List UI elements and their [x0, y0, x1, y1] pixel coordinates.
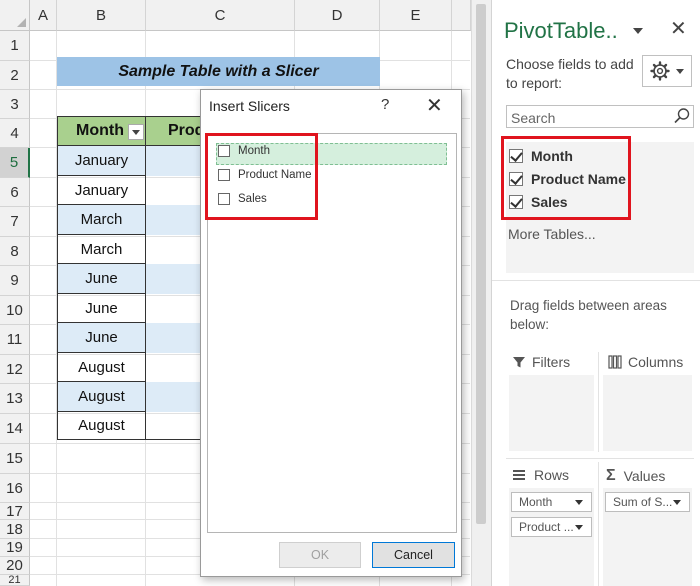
- search-icon[interactable]: [673, 107, 691, 125]
- column-header-c[interactable]: C: [146, 0, 295, 31]
- columns-label: Columns: [628, 354, 684, 370]
- pill-label: Sum of S...: [613, 495, 673, 509]
- values-field-sum-of-sales[interactable]: Sum of S...: [605, 492, 690, 512]
- row-header-17[interactable]: 17: [0, 503, 30, 520]
- filters-area-header: Filters: [512, 354, 570, 370]
- row-header-7[interactable]: 7: [0, 207, 30, 237]
- table-bottom-border: [146, 439, 202, 440]
- pill-label: Product ...: [519, 520, 574, 534]
- table-cell-month[interactable]: March: [57, 235, 146, 264]
- row-header-21[interactable]: 21: [0, 574, 30, 586]
- select-all-corner[interactable]: [0, 0, 30, 31]
- row-header-16[interactable]: 16: [0, 474, 30, 503]
- row-header-14[interactable]: 14: [0, 414, 30, 444]
- sheet-title-cell[interactable]: Sample Table with a Slicer: [57, 57, 380, 86]
- row-header-13[interactable]: 13: [0, 384, 30, 414]
- rows-field-month[interactable]: Month: [511, 492, 592, 512]
- row-header-3[interactable]: 3: [0, 90, 30, 119]
- choose-fields-text: Choose fields to add to report:: [506, 56, 634, 91]
- filters-label: Filters: [532, 354, 571, 370]
- chevron-down-icon[interactable]: [673, 500, 681, 505]
- tools-button[interactable]: [642, 55, 692, 87]
- search-input[interactable]: [507, 106, 673, 129]
- sigma-icon: Σ: [606, 467, 616, 484]
- columns-icon: [608, 355, 622, 369]
- row-header-11[interactable]: 11: [0, 325, 30, 355]
- scrollbar-thumb[interactable]: [476, 4, 486, 524]
- row-header-4[interactable]: 4: [0, 119, 30, 148]
- help-button[interactable]: ?: [381, 96, 389, 113]
- chevron-down-icon[interactable]: [575, 500, 583, 505]
- table-cell-month[interactable]: August: [57, 412, 146, 440]
- dialog-title: Insert Slicers: [209, 98, 290, 114]
- row-header-1[interactable]: 1: [0, 31, 30, 61]
- filters-drop-area[interactable]: [509, 375, 594, 451]
- column-header-f[interactable]: [452, 0, 471, 31]
- row-header-8[interactable]: 8: [0, 237, 30, 266]
- row-header-12[interactable]: 12: [0, 355, 30, 384]
- rows-area-header: Rows: [512, 467, 569, 483]
- pivottable-fields-pane: PivotTable.. ✕ Choose fields to add to r…: [491, 0, 700, 586]
- highlight-box-fields: [501, 136, 631, 220]
- cancel-button[interactable]: Cancel: [372, 542, 455, 568]
- rows-label: Rows: [534, 467, 570, 483]
- gear-icon: [650, 61, 670, 81]
- sheet-vertical-scrollbar[interactable]: [471, 0, 491, 586]
- columns-drop-area[interactable]: [603, 375, 692, 451]
- pane-title: PivotTable..: [504, 18, 618, 43]
- table-cell-month[interactable]: June: [57, 323, 146, 353]
- pane-menu-arrow-icon[interactable]: [633, 28, 643, 34]
- table-cell-product[interactable]: [146, 146, 202, 176]
- row-header-15[interactable]: 15: [0, 444, 30, 474]
- dialog-close-button[interactable]: ✕: [426, 93, 443, 118]
- column-header-e[interactable]: E: [380, 0, 452, 31]
- table-cell-month[interactable]: August: [57, 382, 146, 412]
- pane-close-button[interactable]: ✕: [670, 16, 687, 41]
- column-header-a[interactable]: A: [30, 0, 57, 31]
- row-header-10[interactable]: 10: [0, 296, 30, 325]
- highlight-box-dialog: [205, 133, 318, 220]
- filter-icon: [513, 357, 525, 368]
- values-area-header: Σ Values: [606, 467, 665, 485]
- table-cell-product[interactable]: [146, 205, 202, 235]
- table-cell-product[interactable]: [146, 382, 202, 412]
- table-cell-product[interactable]: [146, 323, 202, 353]
- filter-dropdown-icon[interactable]: [128, 124, 144, 140]
- more-tables-link[interactable]: More Tables...: [508, 226, 596, 242]
- row-header-2[interactable]: 2: [0, 61, 30, 90]
- table-cell-month[interactable]: June: [57, 264, 146, 294]
- chevron-down-icon: [676, 68, 684, 74]
- area-divider: [506, 458, 694, 459]
- table-cell-month[interactable]: August: [57, 353, 146, 382]
- rows-icon: [513, 470, 525, 480]
- table-cell-month[interactable]: March: [57, 205, 146, 235]
- search-box[interactable]: [506, 105, 694, 129]
- table-header-product[interactable]: Prod: [146, 116, 202, 146]
- chevron-down-icon[interactable]: [575, 525, 583, 530]
- row-header-18[interactable]: 18: [0, 520, 30, 539]
- table-cell-month[interactable]: January: [57, 176, 146, 205]
- pane-divider[interactable]: [492, 280, 700, 281]
- rows-field-product[interactable]: Product ...: [511, 517, 592, 537]
- columns-area-header: Columns: [608, 354, 683, 370]
- row-header-20[interactable]: 20: [0, 557, 30, 575]
- pill-label: Month: [519, 495, 553, 509]
- values-label: Values: [623, 468, 666, 484]
- row-header-6[interactable]: 6: [0, 178, 30, 207]
- area-divider: [598, 352, 599, 452]
- table-cell-product[interactable]: [146, 264, 202, 294]
- area-divider: [598, 462, 599, 586]
- table-cell-month[interactable]: January: [57, 146, 146, 176]
- drag-fields-text: Drag fields between areas below:: [510, 298, 667, 332]
- ok-button[interactable]: OK: [279, 542, 361, 568]
- row-header-19[interactable]: 19: [0, 539, 30, 557]
- row-header-5[interactable]: 5: [0, 148, 30, 178]
- column-header-b[interactable]: B: [57, 0, 146, 31]
- row-header-9[interactable]: 9: [0, 266, 30, 296]
- table-cell-month[interactable]: June: [57, 294, 146, 323]
- column-header-d[interactable]: D: [295, 0, 380, 31]
